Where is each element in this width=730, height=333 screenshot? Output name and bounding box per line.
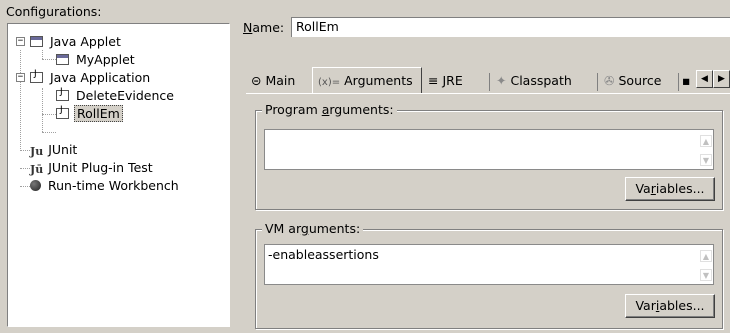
junit-icon: Ju (30, 145, 44, 158)
tree-line (42, 114, 56, 115)
tree-line (42, 132, 56, 133)
config-tabs: ⊝ Main (x)= Arguments ≡ JRE ✦ Classpath ✇ Sou… (246, 67, 730, 94)
name-input[interactable]: RollEm (291, 17, 730, 37)
program-arguments-title: Program arguments: (262, 102, 397, 118)
tree-node-java-applet[interactable]: Java Applet (30, 33, 123, 51)
vm-arguments-scrollbar[interactable]: ▲ ▼ (698, 246, 712, 283)
java-application-icon (30, 69, 43, 83)
program-arguments-input[interactable]: ▲ ▼ (264, 129, 714, 170)
tree-line (20, 50, 21, 151)
tree-node-label: Java Applet (50, 34, 121, 49)
tab-main[interactable]: ⊝ Main (246, 71, 300, 93)
java-app-config-icon (56, 105, 69, 119)
tree-node-label: RollEm (74, 105, 123, 122)
scroll-up-icon[interactable]: ▲ (700, 250, 712, 262)
configurations-tree[interactable]: − Java Applet MyApplet − Java Applicatio… (7, 23, 230, 327)
pane-splitter[interactable] (233, 0, 234, 333)
vm-arguments-group: VM arguments: -enableassertions ▲ ▼ Vari… (255, 221, 723, 329)
tab-scroll-buttons: ◀ ▶ (696, 70, 730, 88)
tree-node-myapplet[interactable]: MyApplet (56, 51, 137, 69)
tree-node-junit[interactable]: Ju JUnit (30, 141, 79, 159)
tree-line (20, 150, 30, 151)
tab-panel-border (246, 93, 730, 94)
program-arguments-scrollbar[interactable]: ▲ ▼ (698, 131, 712, 168)
tree-line (20, 186, 30, 187)
configurations-label: Configurations: (6, 4, 102, 19)
tab-source[interactable]: ✇ Source (599, 71, 666, 93)
vm-arguments-input[interactable]: -enableassertions ▲ ▼ (264, 244, 714, 285)
tree-node-junit-plugin-test[interactable]: Jū JUnit Plug-in Test (30, 159, 155, 177)
tree-line (42, 88, 43, 132)
scroll-down-icon[interactable]: ▼ (700, 154, 712, 166)
collapse-toggle-icon[interactable]: − (16, 37, 25, 46)
program-arguments-group: Program arguments: ▲ ▼ Variables... (255, 102, 723, 210)
tab-overflow[interactable]: ▪ (680, 71, 692, 93)
collapse-toggle-icon[interactable]: − (16, 73, 25, 82)
tab-jre[interactable]: ≡ JRE (423, 71, 468, 93)
tree-node-runtime-workbench[interactable]: Run-time Workbench (30, 177, 181, 195)
program-variables-button[interactable]: Variables... (625, 177, 715, 201)
tab-separator (678, 73, 679, 91)
scroll-down-icon[interactable]: ▼ (700, 269, 712, 281)
java-applet-icon (30, 36, 43, 47)
tree-line (20, 168, 30, 169)
arguments-tab-icon: (x)= (318, 77, 341, 88)
main-tab-icon: ⊝ (251, 73, 262, 88)
source-tab-icon: ✇ (604, 73, 615, 88)
tree-node-label: JUnit Plug-in Test (48, 160, 153, 175)
scroll-right-icon[interactable]: ▶ (713, 70, 730, 88)
runtime-workbench-icon (30, 180, 41, 191)
junit-plugin-icon: Jū (30, 163, 44, 176)
tree-node-java-application[interactable]: Java Application (30, 69, 152, 87)
scroll-left-icon[interactable]: ◀ (696, 70, 713, 88)
more-tab-icon: ▪ (682, 73, 691, 88)
tree-line (42, 50, 43, 59)
tree-node-label: DeleteEvidence (76, 88, 174, 103)
tab-arguments[interactable]: (x)= Arguments (312, 67, 422, 94)
tree-line (42, 59, 56, 60)
scroll-up-icon[interactable]: ▲ (700, 135, 712, 147)
tab-separator (597, 73, 598, 91)
tree-node-deleteevidence[interactable]: DeleteEvidence (56, 87, 176, 105)
name-label: Name: (243, 20, 285, 35)
tab-classpath[interactable]: ✦ Classpath (491, 71, 577, 93)
classpath-tab-icon: ✦ (496, 73, 507, 88)
tree-node-label: Java Application (50, 70, 151, 85)
tree-node-label: MyApplet (76, 52, 135, 67)
tree-node-label: Run-time Workbench (48, 178, 179, 193)
tree-node-rollem[interactable]: RollEm (56, 105, 123, 123)
vm-variables-button[interactable]: Variables... (625, 294, 715, 318)
tab-separator (489, 73, 490, 91)
tree-node-label: JUnit (48, 142, 78, 157)
java-app-config-icon (56, 87, 69, 101)
jre-tab-icon: ≡ (428, 73, 439, 88)
applet-config-icon (56, 54, 69, 65)
vm-arguments-title: VM arguments: (262, 221, 364, 237)
